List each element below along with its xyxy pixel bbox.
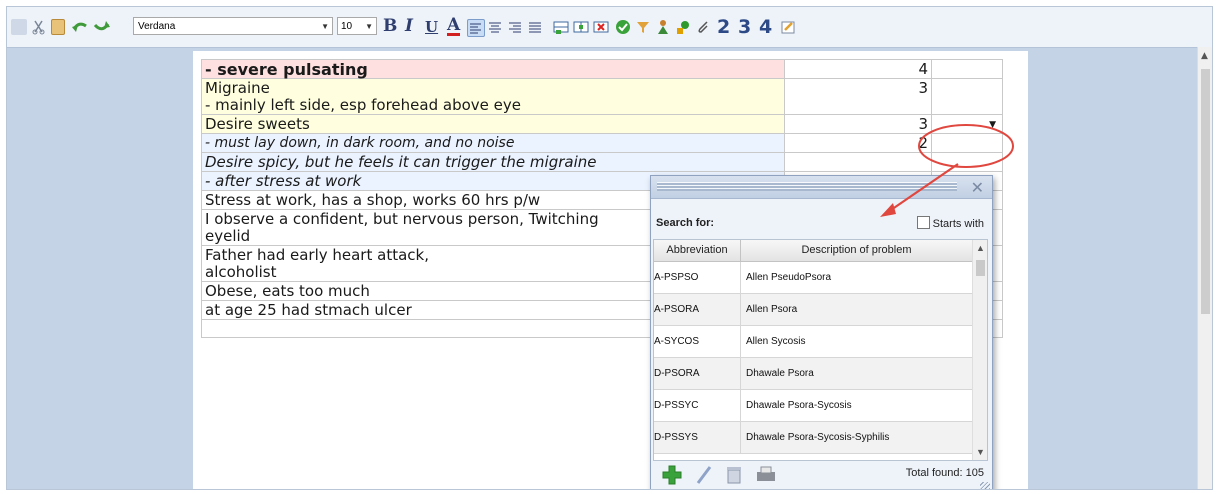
resize-grip[interactable] xyxy=(980,482,990,489)
extra-cell[interactable] xyxy=(931,59,1003,79)
desc-cell: Dhawale Psora-Sycosis xyxy=(746,400,852,411)
grid-row[interactable]: D-PSSYC Dhawale Psora-Sycosis xyxy=(654,390,972,422)
justify-icon[interactable] xyxy=(527,19,543,35)
column-header-abbreviation[interactable]: Abbreviation xyxy=(654,240,741,261)
grade-cell[interactable]: 3 xyxy=(784,78,932,115)
drag-grip[interactable] xyxy=(657,182,957,191)
italic-button[interactable]: I xyxy=(405,16,413,36)
grade-cell[interactable] xyxy=(784,152,932,172)
starts-with-label: Starts with xyxy=(932,218,984,230)
chevron-down-icon[interactable]: ▼ xyxy=(989,117,996,134)
level-4-button[interactable]: 4 xyxy=(759,16,772,38)
symptom-cell[interactable]: Desire sweets xyxy=(201,114,785,134)
desc-cell: Allen Sycosis xyxy=(746,336,806,347)
grade-cell[interactable]: 2 xyxy=(784,133,932,153)
dropdown-cell[interactable]: ▼ xyxy=(931,114,1003,134)
problem-grid: Abbreviation Description of problem A-PS… xyxy=(653,239,988,461)
level-3-button[interactable]: 3 xyxy=(738,16,751,38)
align-right-icon[interactable] xyxy=(507,19,523,35)
starts-with-checkbox[interactable]: Starts with xyxy=(916,216,984,230)
search-label: Search for: xyxy=(656,217,715,229)
scrollbar-thumb[interactable] xyxy=(976,260,985,276)
scrollbar-thumb[interactable] xyxy=(1201,69,1210,314)
edit-pencil-icon[interactable] xyxy=(695,464,715,489)
person-icon[interactable] xyxy=(655,19,671,35)
font-color-button[interactable]: A xyxy=(447,17,461,36)
chevron-down-icon[interactable]: ▼ xyxy=(976,447,985,457)
insert-row-icon[interactable] xyxy=(553,19,569,35)
table-row[interactable]: Migraine - mainly left side, esp forehea… xyxy=(201,78,1003,115)
align-center-icon[interactable] xyxy=(487,19,503,35)
desc-cell: Dhawale Psora xyxy=(746,368,814,379)
grid-row[interactable]: A-PSPSO Allen PseudoPsora xyxy=(654,262,972,294)
cut-icon[interactable] xyxy=(31,19,47,35)
table-row[interactable]: - must lay down, in dark room, and no no… xyxy=(201,133,1003,153)
grid-row[interactable]: A-SYCOS Allen Sycosis xyxy=(654,326,972,358)
trash-icon[interactable] xyxy=(725,465,743,489)
grid-row[interactable]: A-PSORA Allen Psora xyxy=(654,294,972,326)
total-found-label: Total found: 105 xyxy=(905,467,984,479)
toolbar: Verdana ▼ 10 ▼ B I U A 2 3 4 xyxy=(7,7,1212,48)
extra-cell[interactable] xyxy=(931,78,1003,115)
font-family-value: Verdana xyxy=(138,21,176,32)
grid-rows: A-PSPSO Allen PseudoPsora A-PSORA Allen Ps… xyxy=(654,262,972,454)
copy-icon[interactable] xyxy=(51,19,65,35)
align-left-icon[interactable] xyxy=(467,19,485,37)
document-scrollbar[interactable]: ▲ xyxy=(1197,47,1212,489)
add-icon[interactable] xyxy=(661,464,683,489)
grade-cell[interactable]: 4 xyxy=(784,59,932,79)
editor-window: Verdana ▼ 10 ▼ B I U A 2 3 4 - severe puls… xyxy=(6,6,1213,490)
font-size-value: 10 xyxy=(341,21,353,32)
grid-row[interactable]: D-PSORA Dhawale Psora xyxy=(654,358,972,390)
desc-cell: Allen PseudoPsora xyxy=(746,272,832,283)
close-icon[interactable]: ✕ xyxy=(971,178,984,198)
chevron-down-icon: ▼ xyxy=(365,22,373,31)
undo-icon[interactable] xyxy=(71,19,87,35)
popup-titlebar[interactable]: ✕ xyxy=(651,176,992,199)
print-icon[interactable] xyxy=(755,466,777,489)
table-row[interactable]: - severe pulsating 4 xyxy=(201,59,1003,79)
table-row[interactable]: Desire spicy, but he feels it can trigge… xyxy=(201,152,1003,172)
symptom-cell[interactable]: Desire spicy, but he feels it can trigge… xyxy=(201,152,785,172)
symptom-cell[interactable]: Migraine - mainly left side, esp forehea… xyxy=(201,78,785,115)
grid-header: Abbreviation Description of problem xyxy=(654,240,972,262)
font-family-select[interactable]: Verdana ▼ xyxy=(133,17,333,35)
desc-cell: Allen Psora xyxy=(746,304,798,315)
abbr-cell: A-PSPSO xyxy=(654,262,741,293)
symptom-cell[interactable]: - must lay down, in dark room, and no no… xyxy=(201,133,785,153)
bold-button[interactable]: B xyxy=(383,16,397,36)
abbr-cell: A-SYCOS xyxy=(654,326,741,357)
desc-cell: Dhawale Psora-Sycosis-Syphilis xyxy=(746,432,890,443)
column-header-description[interactable]: Description of problem xyxy=(741,240,972,261)
grade-cell[interactable]: 3 xyxy=(784,114,932,134)
level-2-button[interactable]: 2 xyxy=(717,16,730,38)
checkbox-box[interactable] xyxy=(916,216,930,229)
extra-cell[interactable] xyxy=(931,133,1003,153)
tools-icon[interactable] xyxy=(675,19,691,35)
chevron-down-icon: ▼ xyxy=(321,22,329,31)
edit-icon[interactable] xyxy=(780,19,796,35)
check-icon[interactable] xyxy=(615,19,631,35)
chevron-up-icon[interactable]: ▲ xyxy=(976,243,985,253)
abbr-cell: D-PSORA xyxy=(654,358,741,389)
underline-button[interactable]: U xyxy=(425,18,438,36)
grid-scrollbar[interactable]: ▲ ▼ xyxy=(972,240,987,460)
extra-cell[interactable] xyxy=(931,152,1003,172)
font-size-select[interactable]: 10 ▼ xyxy=(337,17,377,35)
grid-row[interactable]: D-PSSYS Dhawale Psora-Sycosis-Syphilis xyxy=(654,422,972,454)
problem-lookup-popup: ✕ Search for: Starts with Abbreviation D… xyxy=(650,175,993,489)
attach-icon[interactable] xyxy=(695,19,711,35)
redo-icon[interactable] xyxy=(93,19,110,35)
symptom-cell[interactable]: - severe pulsating xyxy=(201,59,785,79)
chevron-up-icon[interactable]: ▲ xyxy=(1201,51,1208,61)
abbr-cell: D-PSSYS xyxy=(654,422,741,453)
table-row[interactable]: Desire sweets 3 ▼ xyxy=(201,114,1003,134)
insert-col-icon[interactable] xyxy=(573,19,589,35)
paste-icon[interactable] xyxy=(11,19,27,35)
filter-icon[interactable] xyxy=(635,19,651,35)
popup-footer: Total found: 105 xyxy=(651,461,992,489)
delete-row-icon[interactable] xyxy=(593,19,609,35)
abbr-cell: D-PSSYC xyxy=(654,390,741,421)
abbr-cell: A-PSORA xyxy=(654,294,741,325)
